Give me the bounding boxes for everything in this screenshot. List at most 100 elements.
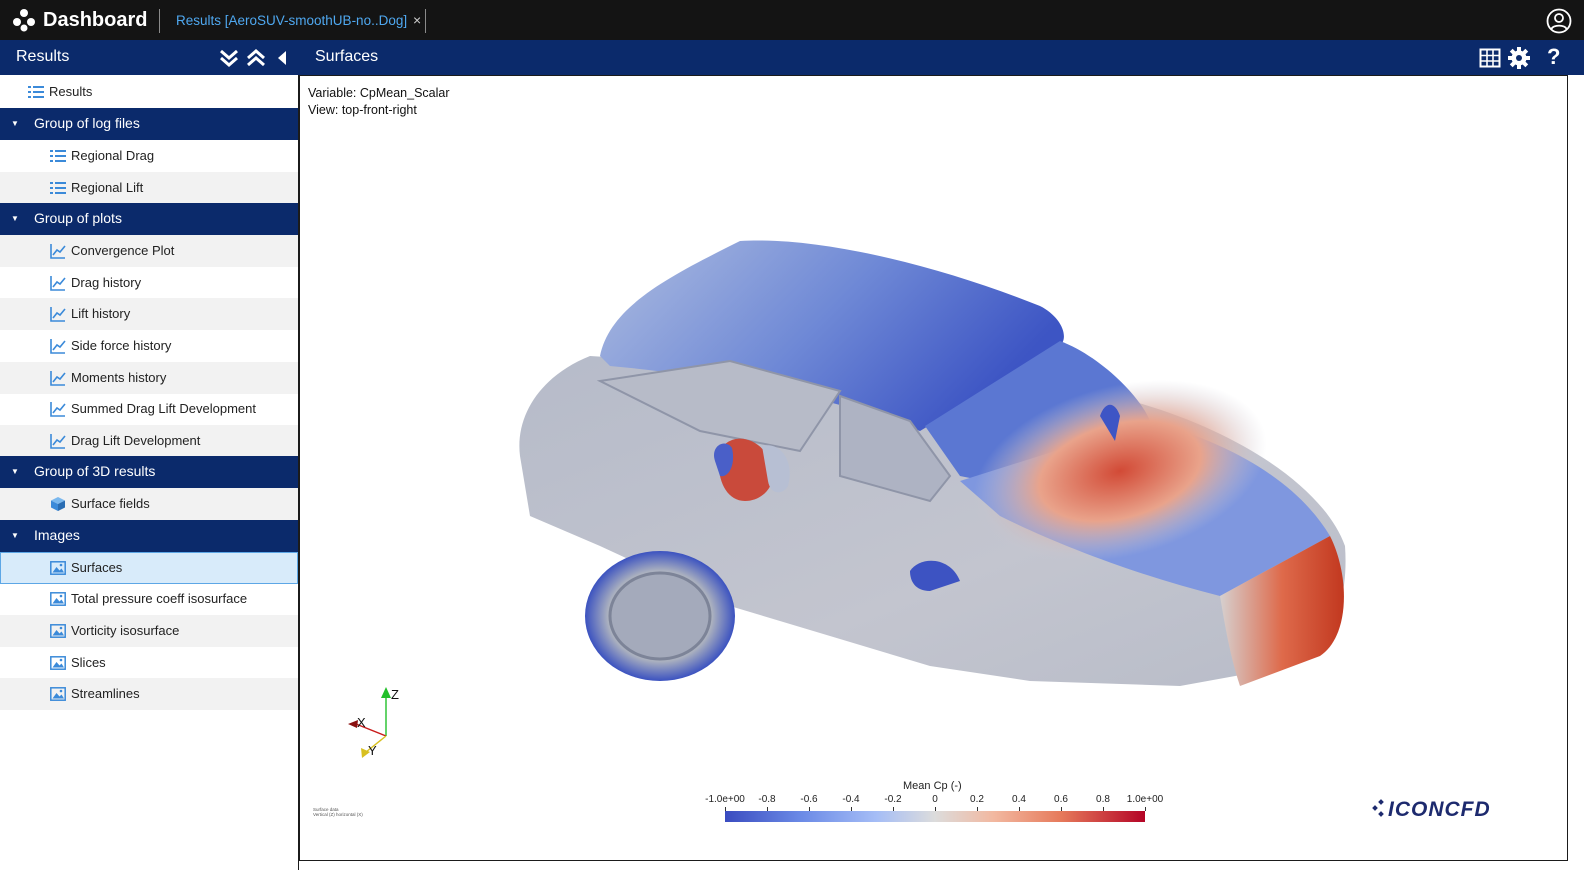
caret-down-icon[interactable]: ▼	[11, 119, 19, 128]
colorbar-tick-label: 0.6	[1054, 794, 1068, 805]
variable-line: Variable: CpMean_Scalar	[308, 86, 450, 100]
colorbar-tick	[893, 807, 894, 811]
tree-root-results[interactable]: Results	[0, 76, 298, 108]
group-label: Images	[34, 527, 80, 543]
top-bar: Dashboard Results [AeroSUV-smoothUB-no..…	[0, 0, 1584, 40]
render-note-line: Vertical (Z) horizontal (X)	[313, 812, 363, 817]
user-account-icon[interactable]	[1546, 8, 1572, 34]
tree-item-label: Drag history	[71, 275, 142, 290]
group-plots[interactable]: ▼ Group of plots	[0, 203, 298, 235]
line-chart-icon	[50, 371, 66, 386]
tree-item-moments-history[interactable]: Moments history	[0, 362, 298, 394]
collapse-sidebar-icon[interactable]	[274, 47, 290, 69]
group-label: Group of 3D results	[34, 463, 156, 479]
line-chart-icon	[50, 402, 66, 417]
cfd-surface-render	[519, 240, 1346, 686]
colorbar-tick	[809, 807, 810, 811]
colorbar-tick	[1145, 807, 1146, 811]
expand-all-icon[interactable]	[218, 47, 240, 69]
tree-item-label: Summed Drag Lift Development	[71, 401, 256, 416]
image-icon	[50, 592, 66, 606]
line-chart-icon	[50, 276, 66, 291]
tree-item-total-pressure-isosurface[interactable]: Total pressure coeff isosurface	[0, 583, 298, 615]
tree-item-convergence-plot[interactable]: Convergence Plot	[0, 235, 298, 267]
colorbar-tick	[1019, 807, 1020, 811]
tree-item-summed-drag-lift[interactable]: Summed Drag Lift Development	[0, 393, 298, 425]
collapse-all-icon[interactable]	[245, 47, 267, 69]
list-icon	[28, 86, 44, 98]
grid-view-icon[interactable]	[1479, 47, 1501, 69]
line-chart-icon	[50, 244, 66, 259]
colorbar-tick-label: -0.2	[884, 794, 902, 805]
app-title[interactable]: Dashboard	[43, 9, 147, 32]
colorbar-tick-label: -0.4	[842, 794, 860, 805]
line-chart-icon	[50, 434, 66, 449]
caret-down-icon[interactable]: ▼	[11, 214, 19, 223]
results-tab[interactable]: Results [AeroSUV-smoothUB-no..Dog]	[176, 13, 407, 28]
page-title: Surfaces	[315, 48, 379, 65]
tree-item-vorticity-isosurface[interactable]: Vorticity isosurface	[0, 615, 298, 647]
colorbar-tick-label: -0.6	[800, 794, 818, 805]
sidebar-title: Results	[16, 48, 70, 65]
image-viewer[interactable]: Variable: CpMean_Scalar View: top-front-…	[299, 75, 1568, 861]
colorbar-tick-label: 0.8	[1096, 794, 1110, 805]
tree-item-label: Slices	[71, 655, 106, 670]
group-images[interactable]: ▼ Images	[0, 520, 298, 552]
sidebar-header: Results	[0, 40, 299, 75]
axis-z-label: Z	[391, 687, 399, 702]
colorbar-tick-label: 1.0e+00	[1126, 794, 1164, 805]
settings-gear-icon[interactable]	[1507, 46, 1531, 70]
tree-item-label: Regional Lift	[71, 180, 144, 195]
tree-item-streamlines[interactable]: Streamlines	[0, 678, 298, 710]
tree-item-side-force-history[interactable]: Side force history	[0, 330, 298, 362]
group-log-files[interactable]: ▼ Group of log files	[0, 108, 298, 140]
tree-item-regional-lift[interactable]: Regional Lift	[0, 172, 298, 204]
group-3d-results[interactable]: ▼ Group of 3D results	[0, 456, 298, 488]
group-label: Group of plots	[34, 210, 122, 226]
variable-info: Variable: CpMean_Scalar View: top-front-…	[308, 85, 450, 119]
group-label: Group of log files	[34, 115, 140, 131]
tree-item-drag-lift-development[interactable]: Drag Lift Development	[0, 425, 298, 457]
results-tree: Results ▼ Group of log files Regional Dr…	[0, 75, 299, 870]
render-note: Surface data Vertical (Z) horizontal (X)	[313, 807, 363, 817]
tab-close-icon[interactable]: ×	[413, 12, 421, 28]
colorbar-tick	[851, 807, 852, 811]
tree-item-label: Side force history	[71, 338, 172, 353]
colorbar-tick-label: -0.8	[758, 794, 776, 805]
axis-x-label: X	[357, 715, 366, 730]
divider	[425, 9, 426, 33]
image-icon	[50, 656, 66, 670]
viewer-scrollbar[interactable]	[1568, 75, 1584, 870]
line-chart-icon	[50, 339, 66, 354]
colorbar	[725, 811, 1145, 822]
iconcfd-logo: ICONCFD	[1372, 798, 1491, 820]
colorbar-tick	[725, 807, 726, 811]
cube-icon	[51, 497, 65, 511]
tree-item-drag-history[interactable]: Drag history	[0, 267, 298, 299]
colorbar-tick-label: 0	[932, 794, 938, 805]
tree-item-slices[interactable]: Slices	[0, 647, 298, 679]
help-icon[interactable]: ?	[1547, 44, 1560, 70]
colorbar-tick	[1103, 807, 1104, 811]
colorbar-tick-label: 0.2	[970, 794, 984, 805]
tree-item-label: Moments history	[71, 370, 167, 385]
colorbar-tick-label: -1.0e+00	[705, 794, 745, 805]
colorbar-tick	[1061, 807, 1062, 811]
list-icon	[50, 182, 66, 194]
line-chart-icon	[50, 307, 66, 322]
axis-y-label: Y	[368, 743, 377, 758]
tree-item-lift-history[interactable]: Lift history	[0, 298, 298, 330]
colorbar-labels: -1.0e+00 -0.8 -0.6 -0.4 -0.2 0 0.2 0.4 0.6 0.8 1.0…	[705, 794, 1163, 808]
divider	[159, 9, 160, 33]
app-logo-icon[interactable]	[12, 8, 36, 32]
caret-down-icon[interactable]: ▼	[11, 531, 19, 540]
tree-item-surfaces[interactable]: Surfaces	[0, 552, 298, 584]
tree-item-label: Surface fields	[71, 496, 150, 511]
tree-item-label: Total pressure coeff isosurface	[71, 591, 248, 606]
caret-down-icon[interactable]: ▼	[11, 467, 19, 476]
tree-item-surface-fields[interactable]: Surface fields	[0, 488, 298, 520]
colorbar-tick	[935, 807, 936, 811]
colorbar-tick	[977, 807, 978, 811]
brand-text: ICONCFD	[1388, 798, 1491, 820]
tree-item-regional-drag[interactable]: Regional Drag	[0, 140, 298, 172]
